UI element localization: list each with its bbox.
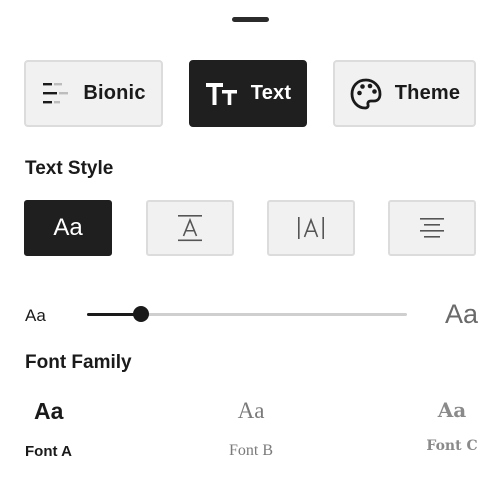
- overline-a-icon: [178, 215, 202, 242]
- text-button[interactable]: Text: [189, 60, 307, 127]
- bar-a-icon: [298, 217, 324, 239]
- settings-sheet: Bionic Text Theme Text Style Aa Aa Aa Fo…: [0, 0, 501, 481]
- theme-label: Theme: [394, 82, 461, 104]
- font-option-c[interactable]: Aa Font C: [420, 398, 484, 454]
- aa-icon: Aa: [53, 214, 83, 241]
- text-label: Text: [250, 82, 292, 104]
- font-size-slider-thumb[interactable]: [133, 306, 150, 322]
- font-c-sample: Aa: [437, 398, 467, 422]
- align-justify-icon: [420, 218, 444, 238]
- bionic-icon: [43, 82, 69, 103]
- palette-icon: [350, 78, 382, 109]
- font-b-sample: Aa: [237, 398, 265, 423]
- style-option-justify[interactable]: [388, 200, 476, 256]
- text-style-title: Text Style: [25, 158, 114, 179]
- bionic-button[interactable]: Bionic: [24, 60, 163, 127]
- text-size-icon: [205, 82, 237, 105]
- bionic-label: Bionic: [83, 82, 146, 104]
- font-option-b[interactable]: Aa Font B: [215, 398, 287, 460]
- style-option-normal[interactable]: Aa: [24, 200, 112, 256]
- font-size-large-label: Aa: [445, 299, 479, 329]
- font-a-name: Font A: [25, 443, 72, 460]
- font-b-name: Font B: [228, 442, 273, 459]
- font-option-a[interactable]: Aa Font A: [25, 398, 85, 460]
- font-size-small-label: Aa: [25, 306, 46, 325]
- style-option-overline[interactable]: [146, 200, 234, 256]
- font-c-name: Font C: [426, 438, 478, 454]
- theme-button[interactable]: Theme: [333, 60, 476, 127]
- font-a-sample: Aa: [34, 398, 64, 424]
- style-option-bar[interactable]: [267, 200, 355, 256]
- drag-handle[interactable]: [232, 17, 269, 22]
- font-family-title: Font Family: [25, 352, 132, 373]
